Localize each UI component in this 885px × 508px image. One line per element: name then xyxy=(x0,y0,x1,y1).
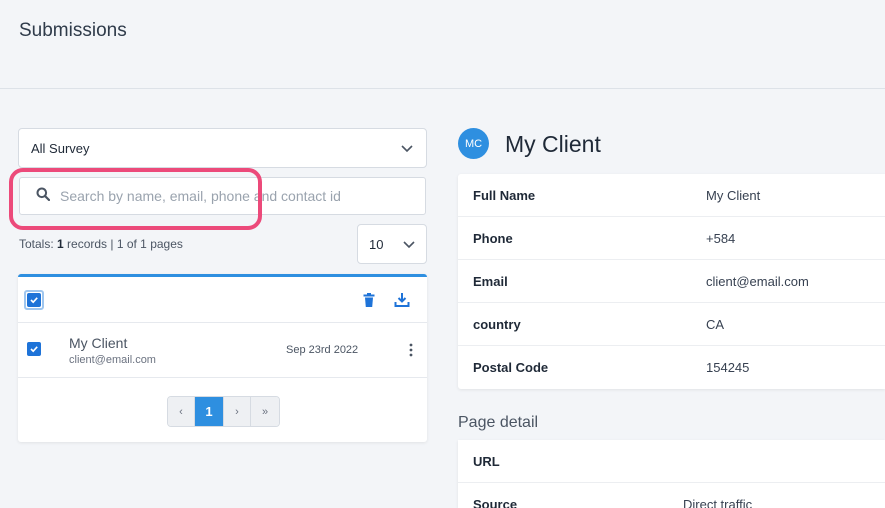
search-box[interactable] xyxy=(19,177,426,215)
page-title: Submissions xyxy=(19,20,127,41)
list-toolbar xyxy=(18,277,427,323)
detail-label: Phone xyxy=(473,231,513,246)
page-detail-card: URL Source Direct traffic xyxy=(458,440,885,508)
check-icon xyxy=(27,293,41,307)
contact-name: My Client xyxy=(505,131,601,157)
detail-label: Email xyxy=(473,274,508,289)
chevron-down-icon xyxy=(402,237,416,251)
detail-row-full-name: Full Name My Client xyxy=(458,174,885,217)
pagination-prev[interactable]: ‹ xyxy=(168,397,195,426)
detail-row-postal-code: Postal Code 154245 xyxy=(458,346,885,389)
totals-prefix: Totals: xyxy=(19,237,58,251)
phone-redaction xyxy=(745,226,845,250)
list-item[interactable]: My Client client@email.com Sep 23rd 2022 xyxy=(18,323,427,378)
per-page-value: 10 xyxy=(369,236,384,252)
trash-icon[interactable] xyxy=(361,292,377,308)
submissions-list: My Client client@email.com Sep 23rd 2022… xyxy=(18,274,427,442)
detail-label: Postal Code xyxy=(473,360,549,375)
contact-details-card: Full Name My Client Phone +584 Email cli… xyxy=(458,174,885,389)
pagination-last[interactable]: » xyxy=(251,397,279,426)
page-detail-label: URL xyxy=(473,454,500,469)
row-date: Sep 23rd 2022 xyxy=(286,344,359,356)
page-detail-label: Source xyxy=(473,497,518,508)
row-name: My Client xyxy=(69,335,128,351)
detail-value: My Client xyxy=(706,188,761,203)
detail-row-phone: Phone +584 xyxy=(458,217,885,260)
select-all-checkbox[interactable] xyxy=(24,290,44,310)
detail-label: Full Name xyxy=(473,188,536,203)
row-checkbox[interactable] xyxy=(27,342,41,356)
totals-text: Totals: 1 records | 1 of 1 pages xyxy=(19,237,183,251)
survey-select[interactable]: All Survey xyxy=(18,128,427,168)
detail-value: client@email.com xyxy=(706,274,809,289)
row-email: client@email.com xyxy=(69,354,156,366)
page-detail-title: Page detail xyxy=(458,414,539,431)
detail-value: 154245 xyxy=(706,360,750,375)
page-detail-value: Direct traffic xyxy=(683,497,753,508)
download-icon[interactable] xyxy=(394,292,410,308)
survey-select-value: All Survey xyxy=(31,140,90,156)
page-header: Submissions xyxy=(0,0,885,89)
pagination: ‹ 1 › » xyxy=(167,396,280,427)
totals-count: 1 xyxy=(57,237,64,251)
more-vertical-icon[interactable] xyxy=(409,342,413,358)
avatar: MC xyxy=(458,128,489,159)
search-icon xyxy=(36,187,51,206)
chevron-down-icon xyxy=(400,141,414,155)
per-page-select[interactable]: 10 xyxy=(357,224,427,264)
pagination-page-1[interactable]: 1 xyxy=(195,397,224,426)
page-detail-row-source: Source Direct traffic xyxy=(458,483,885,508)
pagination-next[interactable]: › xyxy=(224,397,251,426)
detail-label: country xyxy=(473,317,521,332)
search-input[interactable] xyxy=(60,188,420,204)
detail-value: +584 xyxy=(706,231,736,246)
totals-suffix: records | 1 of 1 pages xyxy=(63,237,183,251)
detail-row-email: Email client@email.com xyxy=(458,260,885,303)
page-detail-row-url: URL xyxy=(458,440,885,483)
detail-row-country: country CA xyxy=(458,303,885,346)
detail-value: CA xyxy=(706,317,725,332)
